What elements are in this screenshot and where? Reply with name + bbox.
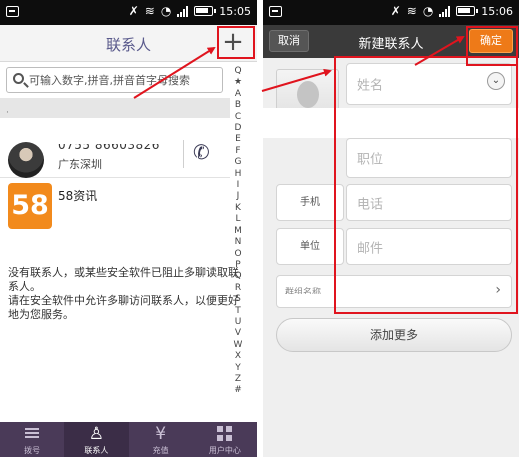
tab-recharge[interactable]: ¥ 充值 xyxy=(129,422,193,457)
user-center-grid-icon xyxy=(193,425,257,445)
alphabet-index-letter[interactable]: P xyxy=(231,260,245,271)
tab-dial[interactable]: 拨号 xyxy=(0,422,64,457)
alphabet-index-letter[interactable]: M xyxy=(231,226,245,237)
avatar xyxy=(8,142,44,178)
sync-icon: ◔ xyxy=(160,4,172,18)
alphabet-index-letter[interactable]: Z xyxy=(231,374,245,385)
tab-user-center[interactable]: 用户中心 xyxy=(193,422,257,457)
alphabet-index-letter[interactable]: W xyxy=(231,340,245,351)
tab-label: 拨号 xyxy=(24,446,41,455)
alphabet-index-letter[interactable]: # xyxy=(231,385,245,396)
photo-head-shape xyxy=(297,81,319,108)
alphabet-index-letter[interactable]: Q xyxy=(231,66,245,77)
screenshot-notification-icon xyxy=(269,6,282,17)
tab-label: 联系人 xyxy=(84,446,109,455)
alphabet-index-letter[interactable]: A xyxy=(231,89,245,100)
sync-icon: ◔ xyxy=(422,4,434,18)
tab-contacts[interactable]: ♙ 联系人 xyxy=(64,422,129,457)
contacts-screen: ✗ ≋ ◔ 15:05 联系人 + · 0755 86603826 广东深圳 ✆… xyxy=(0,0,257,457)
tab-label: 用户中心 xyxy=(208,446,241,455)
wifi-icon: ≋ xyxy=(144,4,155,18)
group-label: 群组名称 xyxy=(285,288,322,298)
alphabet-index-letter[interactable]: ★ xyxy=(231,77,245,88)
obscured-area xyxy=(0,118,230,138)
mute-icon: ✗ xyxy=(128,4,139,18)
alphabet-index-letter[interactable]: B xyxy=(231,100,245,111)
alphabet-index-letter[interactable]: D xyxy=(231,123,245,134)
contact-list-item[interactable]: 0755 86603826 广东深圳 ✆ xyxy=(0,138,230,178)
contacts-icon: ♙ xyxy=(88,424,104,444)
app-58-logo[interactable]: 58 xyxy=(8,183,52,229)
call-icon[interactable]: ✆ xyxy=(191,139,212,166)
signal-icon xyxy=(177,5,189,17)
alphabet-index-letter[interactable]: T xyxy=(231,306,245,317)
alphabet-index-letter[interactable]: K xyxy=(231,203,245,214)
alphabet-index-letter[interactable]: U xyxy=(231,317,245,328)
divider xyxy=(183,140,184,168)
alphabet-index-letter[interactable]: H xyxy=(231,169,245,180)
highlight-form-area xyxy=(334,56,518,314)
alphabet-index-letter[interactable]: O xyxy=(231,249,245,260)
alphabet-index-letter[interactable]: F xyxy=(231,146,245,157)
wifi-icon: ≋ xyxy=(406,4,417,18)
battery-icon xyxy=(194,6,217,16)
section-dot: · xyxy=(6,108,9,118)
search-icon xyxy=(13,73,24,84)
signal-icon xyxy=(439,5,451,17)
contact-phone: 0755 86603826 xyxy=(58,138,160,152)
status-time: 15:06 xyxy=(481,4,513,18)
alphabet-index-letter[interactable]: I xyxy=(231,180,245,191)
alphabet-index-letter[interactable]: C xyxy=(231,112,245,123)
dialpad-icon xyxy=(0,425,64,444)
battery-icon xyxy=(456,6,479,16)
status-icons: ✗ ≋ ◔ 15:05 xyxy=(129,4,251,18)
alphabet-index-letter[interactable]: Y xyxy=(231,363,245,374)
alphabet-index[interactable]: Q ★ A B C D E F G H I J K L M N O P Q R S T U V W X Y Z # xyxy=(231,66,245,397)
section-band xyxy=(0,98,230,118)
alphabet-index-letter[interactable]: R xyxy=(231,283,245,294)
screenshot-notification-icon xyxy=(6,6,19,17)
alphabet-index-letter[interactable]: E xyxy=(231,134,245,145)
contact-location: 广东深圳 xyxy=(58,158,102,171)
bottom-tab-bar: 拨号 ♙ 联系人 ¥ 充值 用户中心 xyxy=(0,422,257,457)
search-input[interactable] xyxy=(29,72,219,89)
alphabet-index-letter[interactable]: J xyxy=(231,191,245,202)
alphabet-index-letter[interactable]: S xyxy=(231,294,245,305)
status-time: 15:05 xyxy=(219,4,251,18)
app-58-name: 58资讯 xyxy=(58,189,98,203)
search-box[interactable] xyxy=(6,67,223,93)
alphabet-index-letter[interactable]: N xyxy=(231,237,245,248)
permission-notice: 没有联系人，或某些安全软件已阻止多聊读取联系人。 请在安全软件中允许多聊访问联系… xyxy=(8,252,240,322)
tab-label: 充值 xyxy=(152,446,169,455)
alphabet-index-letter[interactable]: X xyxy=(231,351,245,362)
alphabet-index-letter[interactable]: G xyxy=(231,157,245,168)
permission-notice-text: 没有联系人，或某些安全软件已阻止多聊读取联系人。 请在安全软件中允许多聊访问联系… xyxy=(8,266,239,321)
alphabet-index-letter[interactable]: Q xyxy=(231,271,245,282)
mute-icon: ✗ xyxy=(390,4,401,18)
alphabet-index-letter[interactable]: L xyxy=(231,214,245,225)
status-icons: ✗ ≋ ◔ 15:06 xyxy=(391,4,513,18)
status-bar: ✗ ≋ ◔ 15:05 xyxy=(0,0,257,25)
recharge-yuan-icon: ¥ xyxy=(155,424,167,444)
highlight-add-button xyxy=(217,26,255,59)
status-bar: ✗ ≋ ◔ 15:06 xyxy=(263,0,519,25)
add-more-button[interactable]: 添加更多 xyxy=(276,318,512,352)
alphabet-index-letter[interactable]: V xyxy=(231,328,245,339)
